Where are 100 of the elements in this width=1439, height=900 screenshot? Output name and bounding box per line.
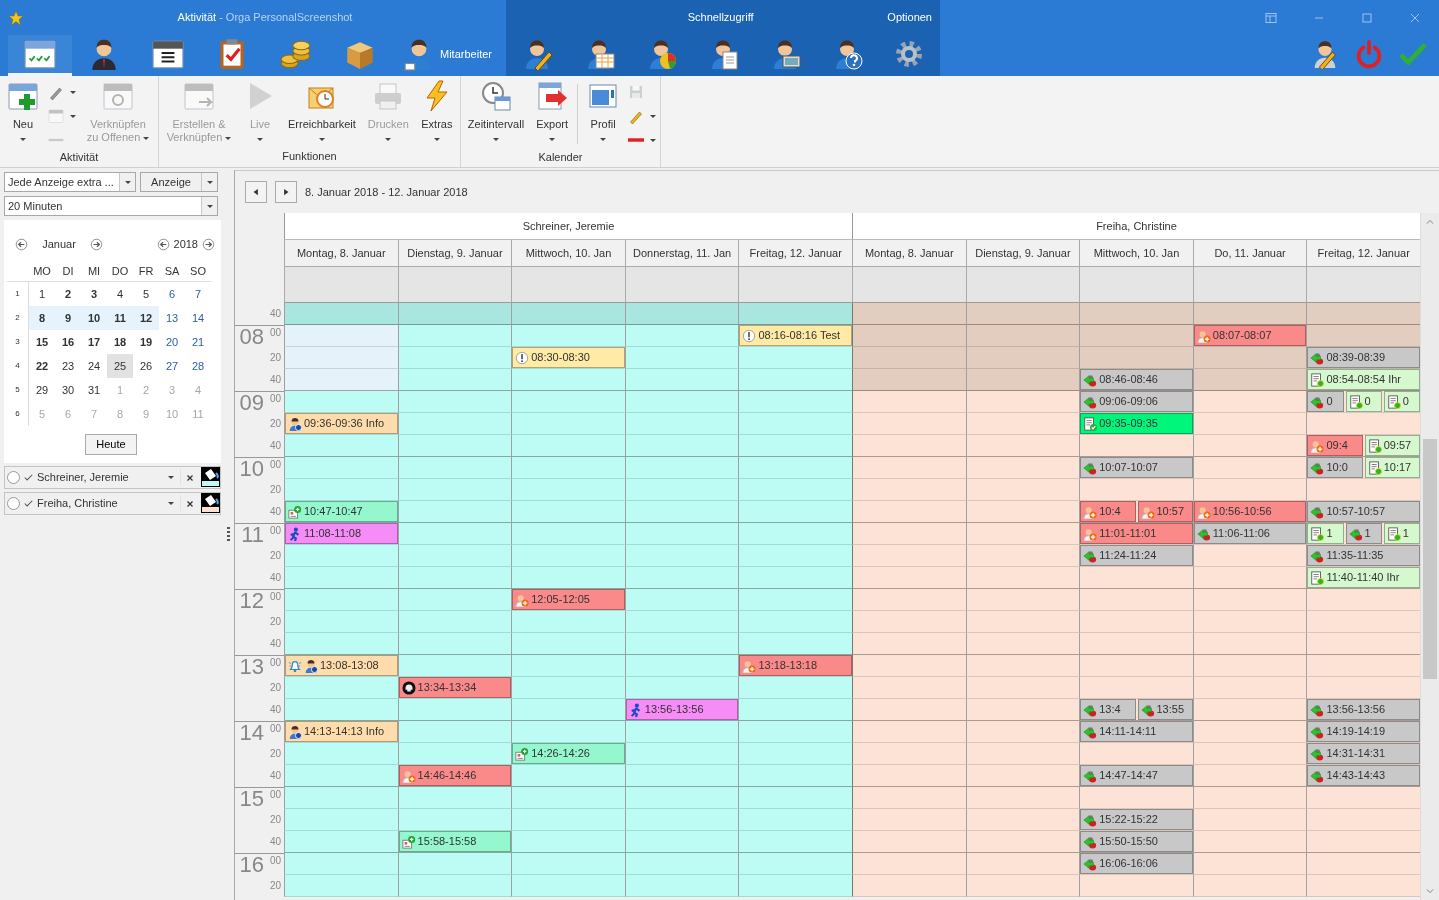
- appointment[interactable]: 10:57-10:57: [1307, 501, 1420, 522]
- calendar-day[interactable]: 21: [185, 330, 211, 354]
- appointment[interactable]: 10:56-10:56: [1193, 501, 1307, 522]
- appointment[interactable]: 13:56-13:56: [1307, 699, 1420, 720]
- appointment[interactable]: 09:06-09:06: [1080, 391, 1193, 412]
- calendar-day[interactable]: 18: [107, 330, 133, 354]
- calendar-day[interactable]: 5: [133, 282, 159, 306]
- calendar-day[interactable]: 4: [107, 282, 133, 306]
- appointment[interactable]: 0: [1307, 391, 1344, 412]
- appointment[interactable]: 10:47-10:47: [285, 501, 398, 522]
- calendar-day[interactable]: 11: [107, 306, 133, 330]
- calendar-day[interactable]: 1: [29, 282, 55, 306]
- calendar-day[interactable]: 24: [81, 354, 107, 378]
- appointment[interactable]: 14:47-14:47: [1080, 765, 1193, 786]
- appointment[interactable]: 10:17: [1364, 457, 1420, 478]
- radio-button[interactable]: [7, 470, 20, 484]
- module-tab[interactable]: Mitarbeiter: [392, 35, 502, 76]
- appointment[interactable]: 15:50-15:50: [1080, 831, 1193, 852]
- calendar-day[interactable]: 17: [81, 330, 107, 354]
- previous-button[interactable]: [245, 181, 267, 203]
- calendar-day[interactable]: 28: [185, 354, 211, 378]
- appointment[interactable]: 08:46-08:46: [1080, 369, 1193, 390]
- calendar-day[interactable]: 16: [55, 330, 81, 354]
- calendar-day[interactable]: 8: [29, 306, 55, 330]
- appointment[interactable]: 13:18-13:18: [739, 655, 852, 676]
- appointment[interactable]: 14:19-14:19: [1307, 721, 1420, 742]
- calendar-day[interactable]: 30: [55, 378, 81, 402]
- calendar-day[interactable]: 25: [107, 354, 133, 378]
- appointment[interactable]: 11:06-11:06: [1193, 523, 1307, 544]
- appointment[interactable]: 13:56-13:56: [625, 699, 739, 720]
- next-button[interactable]: [275, 181, 297, 203]
- appointment[interactable]: 11:40-11:40 Ihr: [1307, 567, 1420, 588]
- calendar-day[interactable]: 26: [133, 354, 159, 378]
- appointment[interactable]: 0: [1383, 391, 1420, 412]
- calendar-day[interactable]: 19: [133, 330, 159, 354]
- appointment[interactable]: 14:13-14:13 Info: [285, 721, 398, 742]
- radio-button[interactable]: [7, 496, 20, 510]
- calendar-day[interactable]: 22: [29, 354, 55, 378]
- appointment[interactable]: 09:57: [1364, 435, 1420, 456]
- appointment[interactable]: 09:35-09:35: [1080, 413, 1193, 434]
- appointment[interactable]: 11:01-11:01: [1080, 523, 1193, 544]
- calendar-day[interactable]: 29: [29, 378, 55, 402]
- appointment[interactable]: 08:30-08:30: [512, 347, 625, 368]
- appointment[interactable]: 13:34-13:34: [398, 677, 512, 698]
- appointment[interactable]: 16:06-16:06: [1080, 853, 1193, 874]
- ribbon-button[interactable]: Erreichbarkeit: [285, 80, 359, 142]
- appointment[interactable]: 11:08-11:08: [285, 523, 398, 544]
- appointment[interactable]: 10:0: [1307, 457, 1363, 478]
- appointment[interactable]: 08:39-08:39: [1307, 347, 1420, 368]
- today-button[interactable]: Heute: [85, 434, 137, 455]
- appointment[interactable]: 12:05-12:05: [512, 589, 625, 610]
- calendar-day[interactable]: 3: [81, 282, 107, 306]
- appointment[interactable]: 13:08-13:08: [285, 655, 398, 676]
- ribbon-button[interactable]: Profil: [584, 80, 623, 142]
- appointment[interactable]: 14:31-14:31: [1307, 743, 1420, 764]
- appointment[interactable]: 1: [1383, 523, 1420, 544]
- appointment[interactable]: 13:55: [1137, 699, 1193, 720]
- calendar-day[interactable]: 6: [159, 282, 185, 306]
- appointment[interactable]: 09:4: [1307, 435, 1363, 456]
- calendar-day[interactable]: 14: [185, 306, 211, 330]
- calendar-day[interactable]: 10: [81, 306, 107, 330]
- interval-dropdown[interactable]: 20 Minuten: [4, 196, 218, 216]
- appointment[interactable]: 15:58-15:58: [398, 831, 512, 852]
- appointment[interactable]: 11:35-11:35: [1307, 545, 1420, 566]
- calendar-day[interactable]: 9: [55, 306, 81, 330]
- calendar-day[interactable]: 12: [133, 306, 159, 330]
- display-mode-dropdown[interactable]: Jede Anzeige extra ...: [4, 172, 136, 192]
- appointment[interactable]: 10:57: [1137, 501, 1193, 522]
- ribbon-button[interactable]: Extras: [417, 80, 456, 142]
- appointment[interactable]: 0: [1345, 391, 1382, 412]
- appointment[interactable]: 09:36-09:36 Info: [285, 413, 398, 434]
- appointment[interactable]: 13:4: [1080, 699, 1136, 720]
- appointment[interactable]: 10:4: [1080, 501, 1136, 522]
- appointment[interactable]: 14:11-14:11: [1080, 721, 1193, 742]
- calendar-day[interactable]: 13: [159, 306, 185, 330]
- calendar-day[interactable]: 15: [29, 330, 55, 354]
- ribbon-button[interactable]: Zeitintervall: [464, 80, 528, 142]
- appointment[interactable]: 14:26-14:26: [512, 743, 625, 764]
- appointment[interactable]: 1: [1307, 523, 1344, 544]
- appointment[interactable]: 10:07-10:07: [1080, 457, 1193, 478]
- appointment[interactable]: 08:07-08:07: [1193, 325, 1307, 346]
- calendar-day[interactable]: 27: [159, 354, 185, 378]
- ribbon-button[interactable]: Neu: [4, 80, 42, 142]
- splitter-handle[interactable]: [226, 527, 230, 541]
- calendar-day[interactable]: 20: [159, 330, 185, 354]
- appointment[interactable]: 14:46-14:46: [398, 765, 512, 786]
- view-button[interactable]: Anzeige: [140, 172, 218, 192]
- appointment[interactable]: 08:16-08:16 Test: [739, 325, 852, 346]
- appointment[interactable]: 1: [1345, 523, 1382, 544]
- appointment[interactable]: 08:54-08:54 Ihr: [1307, 369, 1420, 390]
- appointment[interactable]: 11:24-11:24: [1080, 545, 1193, 566]
- calendar-day[interactable]: 2: [55, 282, 81, 306]
- appointment[interactable]: 15:22-15:22: [1080, 809, 1193, 830]
- calendar-day[interactable]: 31: [81, 378, 107, 402]
- appointment[interactable]: 14:43-14:43: [1307, 765, 1420, 786]
- calendar-day[interactable]: 7: [185, 282, 211, 306]
- calendar-day[interactable]: 23: [55, 354, 81, 378]
- scrollbar-thumb[interactable]: [1423, 439, 1437, 679]
- caret-icon: [206, 180, 213, 184]
- ribbon-button[interactable]: Export: [533, 80, 572, 142]
